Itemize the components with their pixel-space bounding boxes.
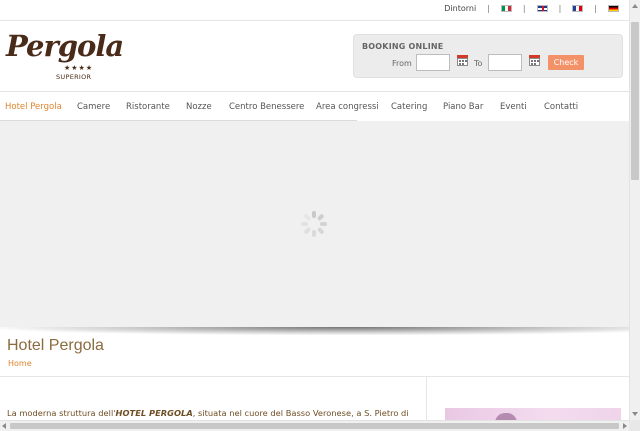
separator: | [522,4,526,13]
logo-tagline: SUPERIOR [56,73,92,81]
to-calendar-icon[interactable] [529,55,540,66]
to-label: To [474,59,483,68]
from-date-input[interactable] [416,54,450,71]
vertical-scrollbar[interactable] [629,0,640,420]
nav-item-camere[interactable]: Camere [77,102,110,112]
language-bar: Dintorni | | | | [0,0,629,21]
nav-item-hotel-pergola[interactable]: Hotel Pergola [5,102,62,112]
language-links: Dintorni | | | | [444,4,619,13]
scrollbar-corner [629,420,640,431]
logo-stars: ★★★★ [64,64,94,72]
main-nav: Hotel Pergola Camere Ristorante Nozze Ce… [0,91,629,122]
nav-item-contatti[interactable]: Contatti [544,102,578,112]
intro-hotel-name: HOTEL PERGOLA [115,408,193,418]
nav-item-eventi[interactable]: Eventi [500,102,527,112]
separator: | [558,4,562,13]
booking-widget: BOOKING ONLINE From To Check [353,34,623,78]
loading-spinner-icon [301,211,327,237]
column-divider [426,377,427,420]
booking-title: BOOKING ONLINE [362,42,444,51]
nav-item-ristorante[interactable]: Ristorante [126,102,170,112]
page: Dintorni | | | | Pergola ★★★★ SUPERIOR B… [0,0,629,420]
nav-item-nozze[interactable]: Nozze [186,102,212,112]
intro-prefix: La moderna struttura dell' [7,408,116,418]
nav-item-area-congressi[interactable]: Area congressi [316,102,379,112]
nav-item-piano-bar[interactable]: Piano Bar [443,102,483,112]
horizontal-scroll-thumb[interactable] [10,423,619,429]
dintorni-link[interactable]: Dintorni [444,4,476,13]
check-button[interactable]: Check [548,55,584,70]
separator: | [594,4,597,13]
slider-shadow [0,327,629,335]
scroll-right-icon[interactable] [623,423,627,429]
nav-item-catering[interactable]: Catering [391,102,427,112]
scroll-up-icon[interactable] [632,4,638,8]
germany-flag-icon[interactable] [608,5,619,12]
to-date-input[interactable] [488,54,522,71]
horizontal-scrollbar[interactable] [0,420,629,431]
italy-flag-icon[interactable] [500,5,512,12]
scroll-left-icon[interactable] [2,423,6,429]
intro-suffix: , situata nel cuore del Basso Veronese, … [192,408,409,418]
breadcrumb[interactable]: Home [8,359,32,368]
france-flag-icon[interactable] [572,5,584,12]
header: Pergola ★★★★ SUPERIOR BOOKING ONLINE Fro… [0,21,629,91]
nav-item-centro-benessere[interactable]: Centro Benessere [229,102,304,112]
uk-flag-icon[interactable] [536,5,548,12]
scroll-down-icon[interactable] [632,412,638,416]
from-label: From [392,59,412,68]
hotel-logo[interactable]: Pergola ★★★★ SUPERIOR [6,29,124,85]
content-divider [0,376,629,377]
from-calendar-icon[interactable] [457,55,468,66]
vertical-scroll-thumb[interactable] [631,22,639,180]
intro-paragraph: La moderna struttura dell'HOTEL PERGOLA,… [7,408,409,418]
logo-wordmark: Pergola [6,29,124,63]
side-image [445,408,621,420]
separator: | [487,4,490,13]
page-title: Hotel Pergola [7,337,104,354]
